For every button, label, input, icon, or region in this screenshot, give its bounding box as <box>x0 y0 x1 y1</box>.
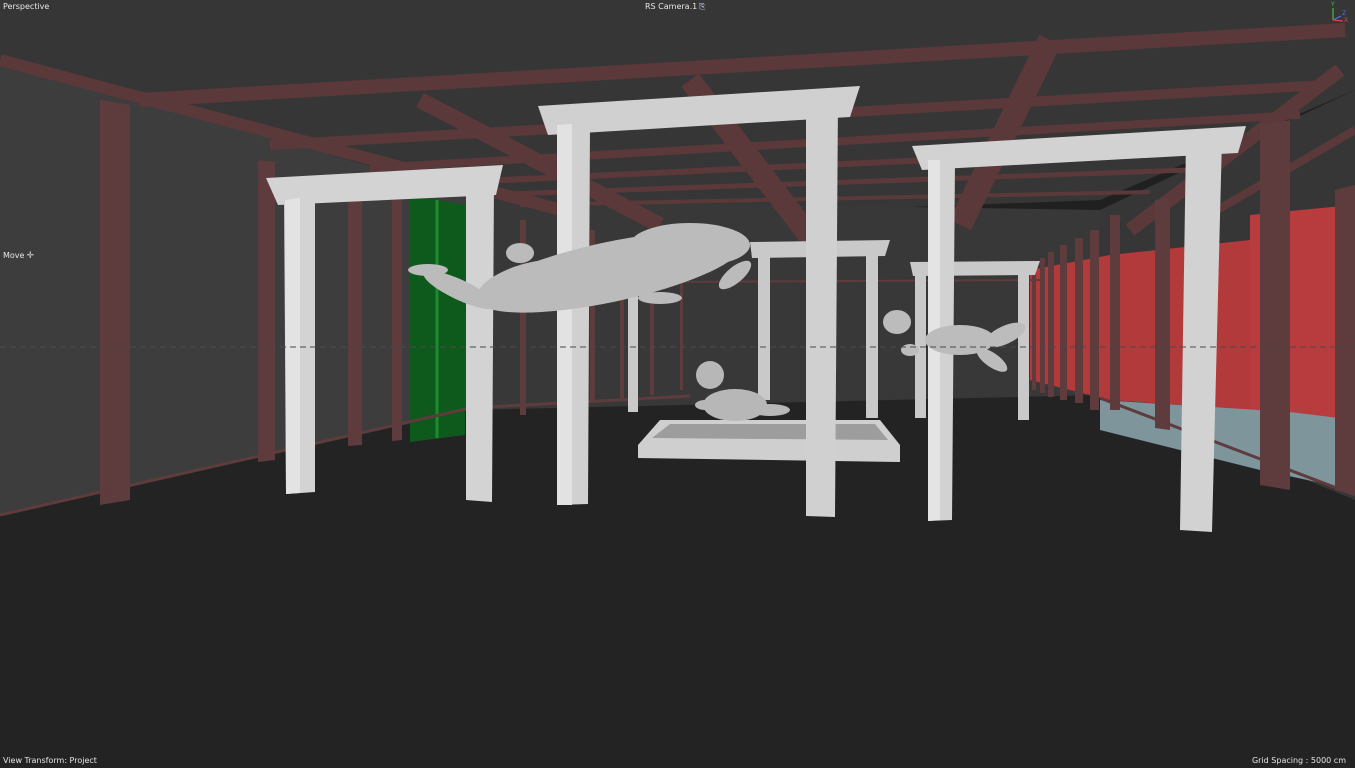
3d-viewport[interactable]: Perspective RS Camera.1 ⎘ Move ✛ View Tr… <box>0 0 1355 768</box>
tool-label: Move <box>3 251 25 260</box>
platform <box>638 420 900 462</box>
grid-spacing-status: Grid Spacing : 5000 cm <box>1251 756 1346 765</box>
viewport-name[interactable]: Perspective <box>3 2 49 12</box>
axis-gizmo[interactable]: Y Z X <box>1323 2 1351 24</box>
scene-render[interactable] <box>0 0 1355 768</box>
active-tool-hud: Move ✛ <box>3 251 34 261</box>
camera-link-icon[interactable]: ⎘ <box>699 2 705 12</box>
move-cross-icon: ✛ <box>26 251 34 261</box>
view-transform-status: View Transform: Project <box>3 756 97 765</box>
axis-x-label: X <box>1344 17 1349 24</box>
axis-y-label: Y <box>1331 1 1335 8</box>
active-camera-label[interactable]: RS Camera.1 <box>645 2 697 12</box>
